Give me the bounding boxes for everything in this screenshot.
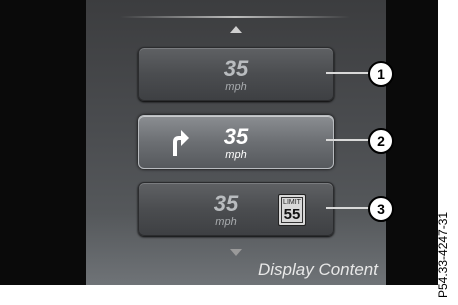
speed-unit: mph: [225, 149, 247, 161]
display-content-label: Display Content: [257, 260, 378, 279]
callout-line-2: [326, 139, 370, 141]
top-divider: [120, 16, 350, 18]
limit-label: LIMIT: [283, 199, 301, 206]
callout-3: 3: [368, 196, 394, 222]
limit-value: 55: [283, 206, 301, 223]
scroll-down-arrow-icon[interactable]: [230, 249, 242, 256]
callout-2: 2: [368, 128, 394, 154]
speed-unit: mph: [225, 81, 247, 93]
option-speed-with-limit[interactable]: 35 mph LIMIT 55: [138, 182, 334, 236]
scroll-up-arrow-icon[interactable]: [230, 26, 242, 33]
speed-value: 35: [223, 56, 249, 81]
speed-limit-sign-icon: LIMIT 55: [278, 194, 306, 226]
figure-code: P54.33-4247-31: [436, 211, 450, 298]
option-speed-only[interactable]: 35 mph: [138, 47, 334, 101]
option-speed-with-navigation[interactable]: 35 mph: [138, 115, 334, 169]
callout-1: 1: [368, 61, 394, 87]
callout-line-3: [326, 207, 370, 209]
speed-value: 35: [223, 124, 249, 149]
callout-line-1: [326, 72, 370, 74]
